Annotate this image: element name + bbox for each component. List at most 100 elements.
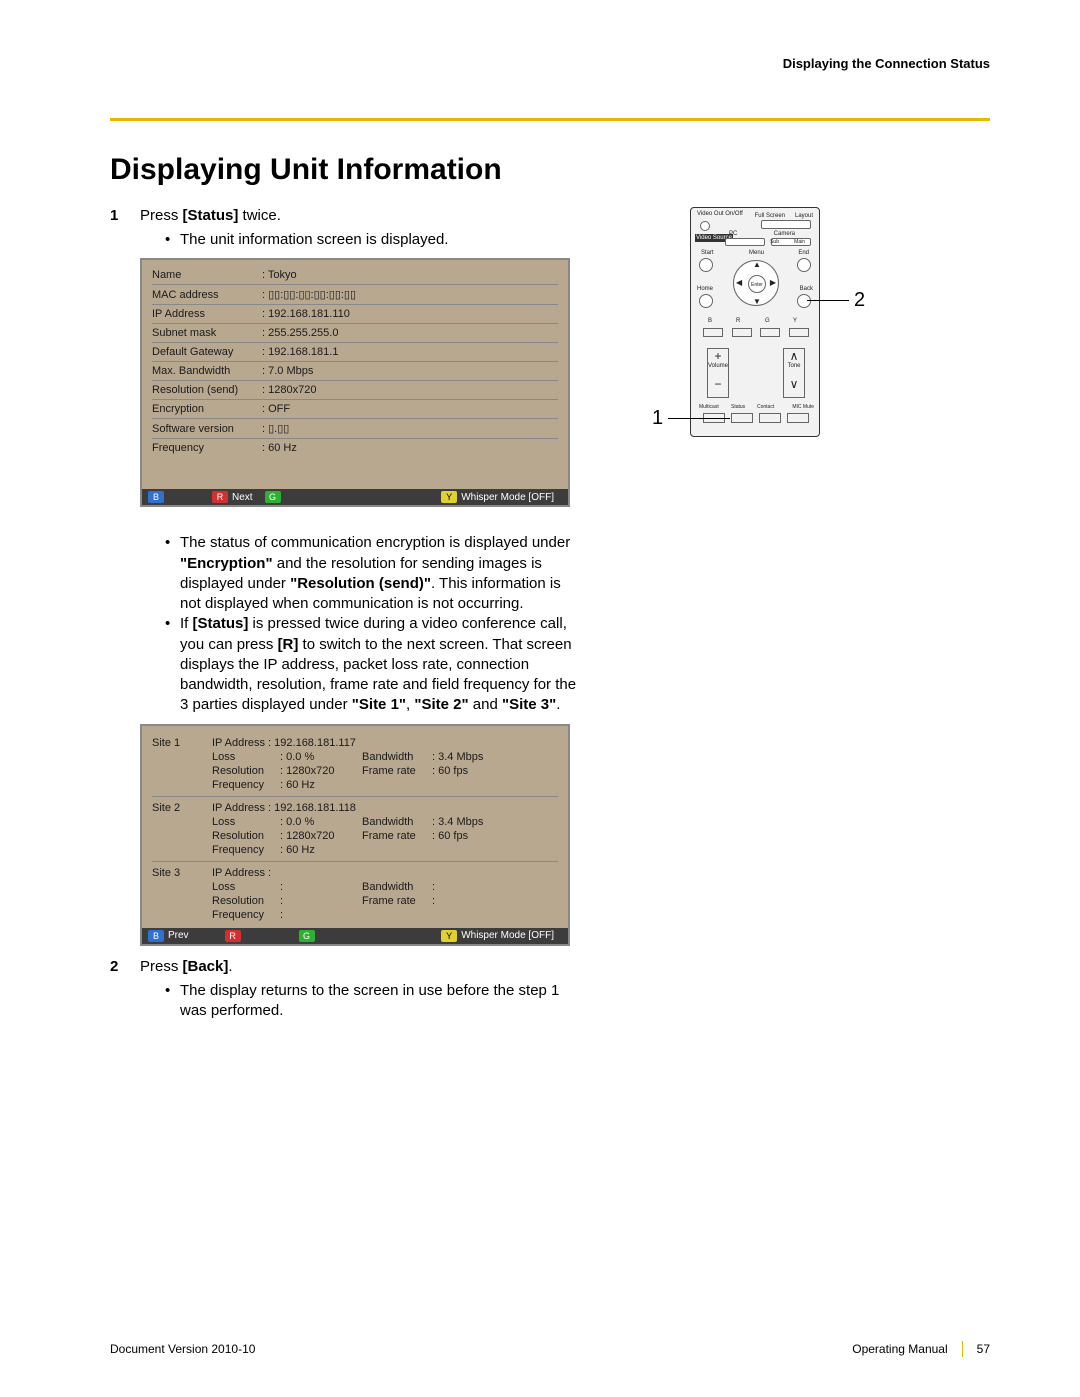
remote-illustration: Video Out On/Off Full Screen Layout PC C… (630, 207, 890, 447)
footer-separator (962, 1341, 963, 1357)
r-key: R (225, 930, 241, 942)
step-1-bullet: The unit information screen is displayed… (165, 230, 580, 250)
label: Video Out On/Off (697, 211, 743, 217)
label: IP Address (152, 308, 262, 320)
table-row: Encryption: OFF (152, 400, 558, 419)
value: : 1280x720 (280, 830, 362, 842)
b-button (703, 328, 723, 337)
label: Resolution (send) (152, 384, 262, 396)
site-name: Site 3 (152, 867, 212, 879)
value: : 60 Hz (280, 844, 362, 856)
text-bold: "Site 2" (414, 696, 468, 713)
value: : 255.255.255.0 (262, 327, 558, 339)
g-key: G (299, 930, 315, 942)
y-key: Y (441, 930, 457, 942)
label: Status (731, 404, 745, 410)
label: Frame rate (362, 895, 432, 907)
manual-title: Operating Manual (852, 1342, 947, 1356)
step-1-number: 1 (110, 207, 140, 224)
label: Resolution (212, 895, 280, 907)
label: Encryption (152, 403, 262, 415)
value: : 60 fps (432, 830, 558, 842)
label: MIC Mute (792, 404, 814, 410)
value: : 60 Hz (280, 779, 362, 791)
tone-control: ∧ Tone ∨ (783, 348, 805, 398)
label: Software version (152, 423, 262, 435)
label: Frame rate (362, 765, 432, 777)
label: Bandwidth (362, 816, 432, 828)
table-row: Resolution (send): 1280x720 (152, 381, 558, 400)
screenshot-footer: B R Next G Y Whisper Mode [OFF] (142, 489, 568, 505)
label: Home (697, 286, 713, 292)
b-key: B (148, 491, 164, 503)
text-bold: [Status] (193, 615, 249, 632)
label: Camera (774, 231, 795, 237)
text: . (556, 696, 560, 713)
label: Full Screen (755, 213, 785, 219)
value: : (432, 895, 558, 907)
step-2-text: Press [Back]. (140, 958, 580, 975)
label: Name (152, 269, 262, 281)
site-name: Site 1 (152, 737, 212, 749)
value: : 0.0 % (280, 816, 362, 828)
label: Loss (212, 751, 280, 763)
step-2: 2 Press [Back]. (110, 958, 580, 975)
y-key: Y (441, 491, 457, 503)
value: : (280, 909, 362, 921)
label: Resolution (212, 765, 280, 777)
label: Default Gateway (152, 346, 262, 358)
text: Press (140, 207, 183, 224)
label: G (765, 318, 770, 324)
note-encryption: The status of communication encryption i… (165, 533, 580, 614)
table-row: Subnet mask: 255.255.255.0 (152, 324, 558, 343)
callout-2: 2 (854, 289, 865, 312)
step-1: 1 Press [Status] twice. (110, 207, 580, 224)
label: Start (701, 250, 714, 256)
value: : 3.4 Mbps (432, 816, 558, 828)
label: Back (800, 286, 813, 292)
value: : 7.0 Mbps (262, 365, 558, 377)
label: Frame rate (362, 830, 432, 842)
label: MAC address (152, 289, 262, 301)
site-info-screenshot: Site 1IP Address : 192.168.181.117 Loss:… (140, 724, 570, 946)
unit-info-screenshot: Name: Tokyo MAC address: ▯▯:▯▯:▯▯:▯▯:▯▯:… (140, 258, 570, 507)
value: : 60 fps (432, 765, 558, 777)
label: Frequency (212, 779, 280, 791)
step-1-text: Press [Status] twice. (140, 207, 580, 224)
label: Sub (770, 239, 779, 245)
site-name: Site 2 (152, 802, 212, 814)
text-bold: [R] (278, 636, 299, 653)
value: : 0.0 % (280, 751, 362, 763)
y-button (789, 328, 809, 337)
step-2-number: 2 (110, 958, 140, 975)
text-bold: [Status] (183, 207, 239, 224)
label: Frequency (212, 844, 280, 856)
value: : 192.168.181.1 (262, 346, 558, 358)
label: Frequency (152, 442, 262, 454)
value: : 1280x720 (280, 765, 362, 777)
value: : 60 Hz (262, 442, 558, 454)
y-key-label: Whisper Mode [OFF] (461, 492, 554, 503)
mic-mute-button (787, 413, 809, 423)
text: If (180, 615, 193, 632)
text: . (228, 958, 232, 975)
value: : 1280x720 (262, 384, 558, 396)
table-row: Name: Tokyo (152, 266, 558, 285)
label: Loss (212, 881, 280, 893)
text: and (469, 696, 502, 713)
label: Bandwidth (362, 881, 432, 893)
page-title: Displaying Unit Information (110, 153, 990, 187)
ip: IP Address : (212, 867, 271, 879)
g-key: G (265, 491, 281, 503)
value: : ▯.▯▯ (262, 422, 558, 435)
label: Menu (749, 250, 764, 256)
label: Resolution (212, 830, 280, 842)
label: Layout (795, 213, 813, 219)
table-row: Default Gateway: 192.168.181.1 (152, 343, 558, 362)
page-footer: Document Version 2010-10 Operating Manua… (110, 1341, 990, 1357)
label: Main (794, 239, 805, 245)
value: : OFF (262, 403, 558, 415)
callout-1: 1 (652, 407, 663, 430)
back-button-callout-target (797, 294, 811, 308)
enter-button: Enter (748, 275, 766, 293)
